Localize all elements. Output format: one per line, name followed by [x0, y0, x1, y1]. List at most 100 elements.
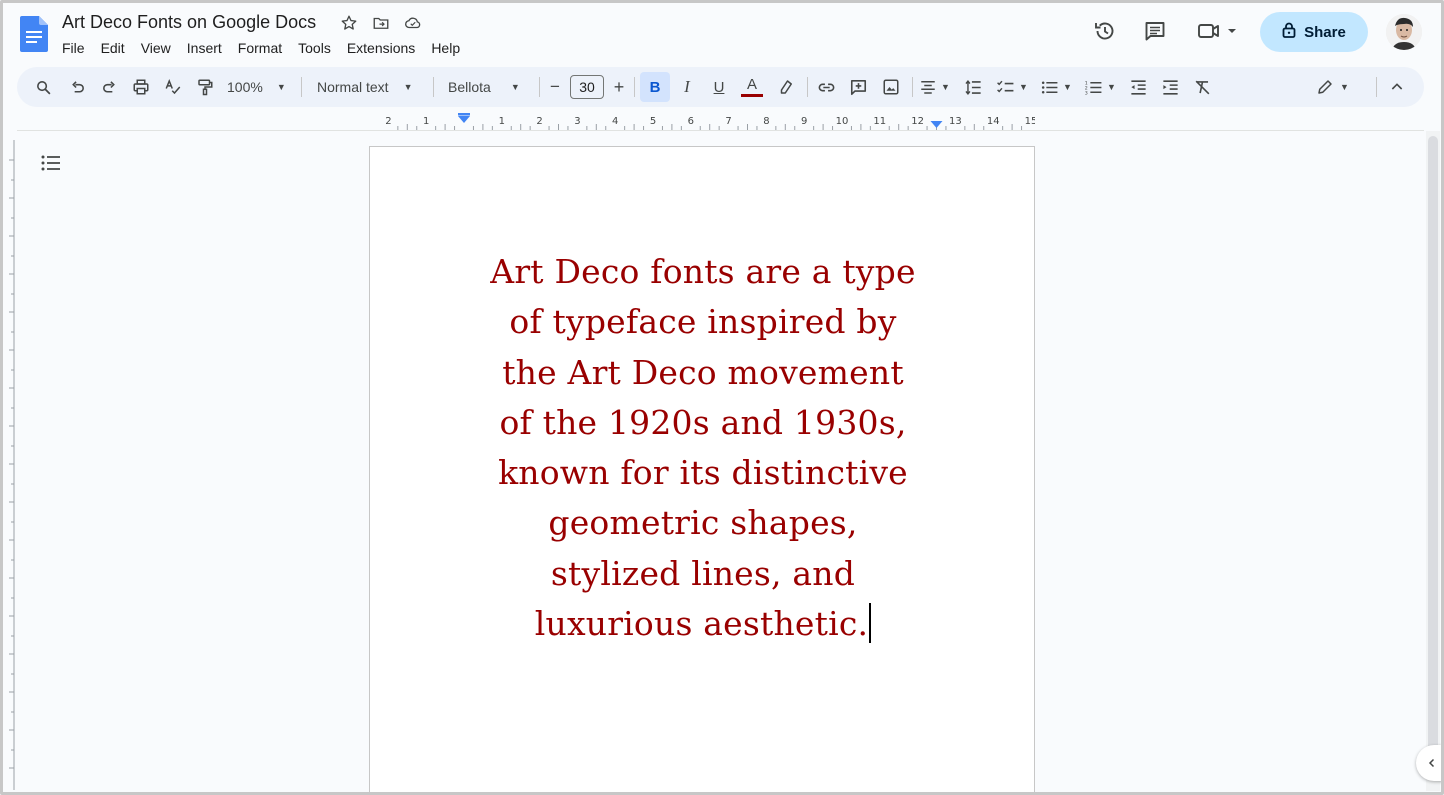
chevron-left-icon: [1428, 758, 1435, 768]
document-title[interactable]: Art Deco Fonts on Google Docs: [62, 12, 316, 33]
document-body[interactable]: Art Deco fonts are a type of typeface in…: [460, 247, 946, 649]
vertical-ruler[interactable]: [3, 140, 17, 790]
text-color-button[interactable]: A: [740, 75, 764, 99]
ruler-label: 5: [650, 116, 656, 127]
increase-indent-icon[interactable]: [1160, 75, 1180, 99]
highlight-color-icon[interactable]: [776, 75, 796, 99]
cloud-saved-icon[interactable]: [402, 12, 424, 34]
font-select[interactable]: Bellota ▼: [448, 75, 528, 99]
ruler-label: 2: [536, 116, 542, 127]
bold-button[interactable]: B: [640, 72, 670, 102]
redo-icon[interactable]: [99, 75, 119, 99]
decrease-font-size-button[interactable]: −: [547, 75, 563, 99]
checklist-icon: [997, 80, 1014, 93]
ruler-label: 2: [385, 116, 391, 127]
insert-link-icon[interactable]: [816, 75, 836, 99]
scrollbar-thumb[interactable]: [1428, 136, 1438, 754]
share-label: Share: [1304, 23, 1346, 41]
ruler-label: 9: [801, 116, 807, 127]
ruler-label: 3: [574, 116, 580, 127]
search-menus-icon[interactable]: [33, 75, 53, 99]
ruler-label: 1: [423, 116, 429, 127]
ruler-label: 8: [763, 116, 769, 127]
menu-help[interactable]: Help: [423, 38, 468, 58]
docs-logo-icon[interactable]: [20, 16, 48, 52]
version-history-icon[interactable]: [1092, 18, 1118, 44]
chevron-down-icon: ▼: [941, 82, 950, 92]
first-line-indent-marker[interactable]: [458, 113, 470, 116]
chevron-down-icon: ▼: [276, 82, 286, 92]
side-panel-toggle[interactable]: [1416, 745, 1444, 781]
text-line[interactable]: stylized lines, and: [460, 549, 946, 599]
meet-icon[interactable]: [1196, 18, 1240, 44]
ruler-label: 14: [987, 116, 1000, 127]
document-outline-icon[interactable]: [40, 154, 62, 172]
spelling-check-icon[interactable]: [163, 75, 183, 99]
editing-mode-button[interactable]: ▼: [1316, 75, 1352, 99]
text-line[interactable]: of typeface inspired by: [460, 297, 946, 347]
ruler-label: 12: [911, 116, 924, 127]
menu-insert[interactable]: Insert: [179, 38, 230, 58]
ruler-label: 11: [873, 116, 886, 127]
menu-extensions[interactable]: Extensions: [339, 38, 423, 58]
ruler-label: 7: [725, 116, 731, 127]
star-icon[interactable]: [338, 12, 360, 34]
text-line[interactable]: the Art Deco movement: [460, 348, 946, 398]
document-page[interactable]: Art Deco fonts are a type of typeface in…: [369, 146, 1035, 795]
header: Art Deco Fonts on Google Docs File Edit …: [0, 0, 1444, 64]
menu-format[interactable]: Format: [230, 38, 290, 58]
add-comment-icon[interactable]: [848, 75, 868, 99]
hide-menus-chevron-up-icon[interactable]: [1387, 75, 1407, 99]
menu-tools[interactable]: Tools: [290, 38, 339, 58]
horizontal-ruler[interactable]: 2 1 1 2 3 4 5 6 7 8 9 10 11 12 13 14 15: [369, 113, 1037, 131]
style-select[interactable]: Normal text ▼: [317, 75, 421, 99]
text-line-last[interactable]: luxurious aesthetic.: [460, 599, 946, 649]
ruler-label: 1: [499, 116, 505, 127]
line-spacing-icon[interactable]: [963, 75, 983, 99]
text-line[interactable]: of the 1920s and 1930s,: [460, 398, 946, 448]
numbered-list-button[interactable]: 123 ▼: [1084, 75, 1120, 99]
toolbar-divider: [634, 77, 635, 97]
increase-font-size-button[interactable]: +: [611, 75, 627, 99]
insert-image-icon[interactable]: [881, 75, 901, 99]
chevron-down-icon: ▼: [1107, 82, 1116, 92]
checklist-button[interactable]: ▼: [996, 75, 1032, 99]
toolbar-divider: [301, 77, 302, 97]
text-cursor: [869, 603, 872, 644]
zoom-select[interactable]: 100% ▼: [227, 75, 291, 99]
ruler-label: 6: [688, 116, 694, 127]
ruler-label: 4: [612, 116, 618, 127]
svg-text:2: 2: [1085, 85, 1088, 91]
bulleted-list-button[interactable]: ▼: [1040, 75, 1076, 99]
chevron-down-icon: ▼: [510, 82, 520, 92]
print-icon[interactable]: [131, 75, 151, 99]
text-color-swatch: [741, 93, 763, 97]
left-indent-marker[interactable]: [458, 116, 470, 123]
numbered-list-icon: 123: [1085, 80, 1102, 96]
toolbar-divider: [807, 77, 808, 97]
comments-icon[interactable]: [1142, 18, 1168, 44]
menu-view[interactable]: View: [133, 38, 179, 58]
clear-formatting-icon[interactable]: [1192, 75, 1212, 99]
avatar[interactable]: [1386, 14, 1422, 50]
undo-icon[interactable]: [67, 75, 87, 99]
move-folder-icon[interactable]: [370, 12, 392, 34]
paint-format-icon[interactable]: [195, 75, 215, 99]
ruler-label: 10: [836, 116, 849, 127]
svg-text:1: 1: [1085, 80, 1088, 86]
underline-button[interactable]: U: [709, 75, 729, 99]
text-line[interactable]: known for its distinctive: [460, 448, 946, 498]
ruler-divider: [17, 130, 1424, 131]
menu-edit[interactable]: Edit: [93, 38, 133, 58]
right-indent-marker[interactable]: [930, 121, 943, 128]
align-center-button[interactable]: ▼: [919, 75, 955, 99]
font-size-input[interactable]: 30: [570, 75, 604, 99]
menu-file[interactable]: File: [54, 38, 93, 58]
text-line: luxurious aesthetic.: [534, 604, 869, 644]
decrease-indent-icon[interactable]: [1128, 75, 1148, 99]
text-line[interactable]: geometric shapes,: [460, 498, 946, 548]
share-button[interactable]: Share: [1260, 12, 1368, 52]
text-line[interactable]: Art Deco fonts are a type: [460, 247, 946, 297]
chevron-down-icon: ▼: [1340, 82, 1349, 92]
italic-button[interactable]: I: [677, 75, 697, 99]
